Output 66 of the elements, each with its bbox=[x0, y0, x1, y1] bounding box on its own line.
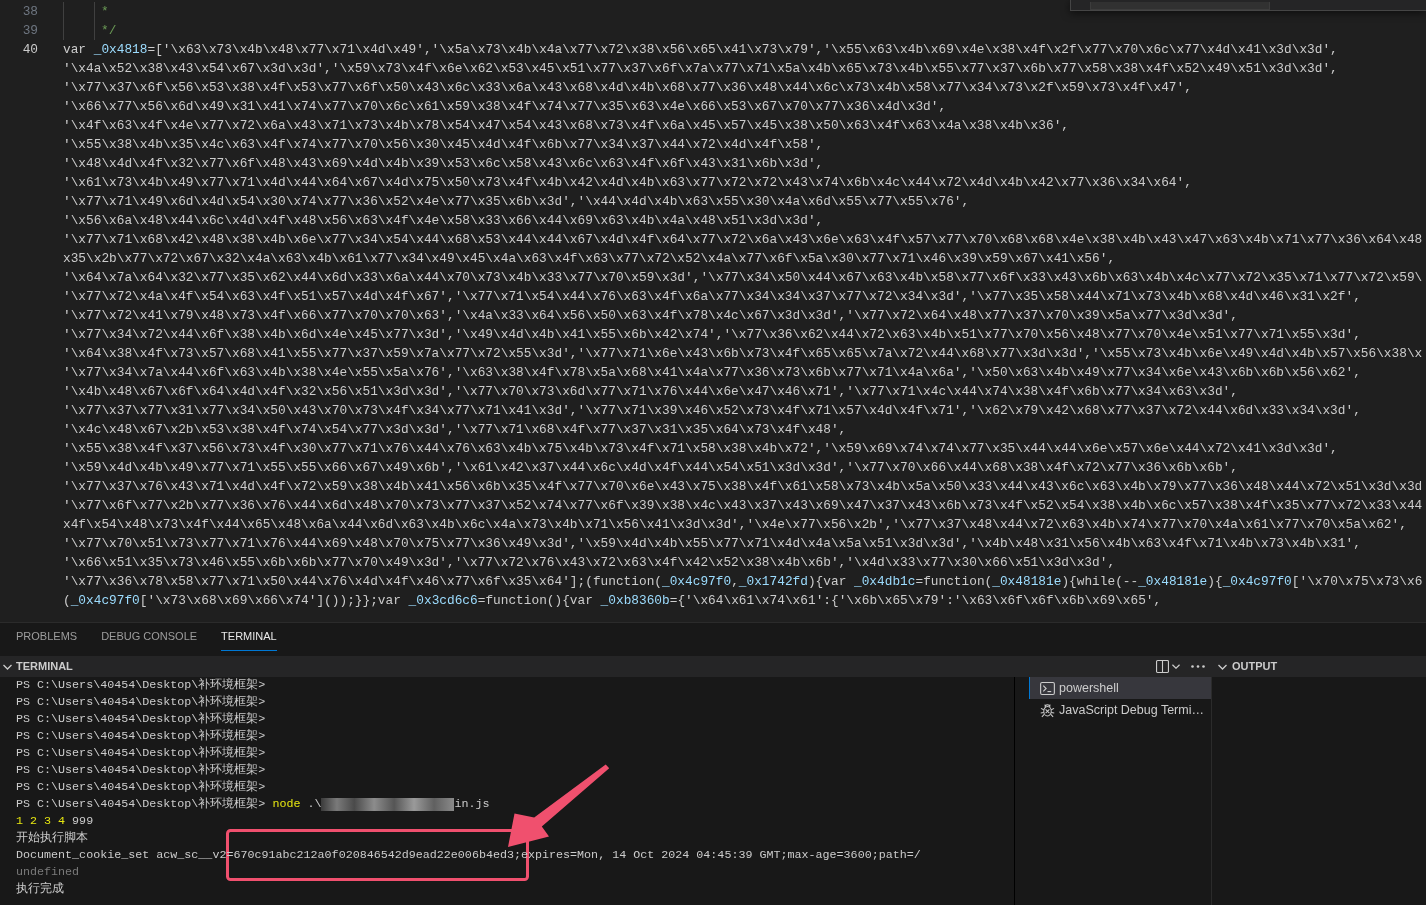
terminal-prompt: PS C:\Users\40454\Desktop\补环境框架> bbox=[16, 762, 266, 779]
code-line: '\x77\x37\x76\x43\x71\x4d\x4f\x72\x59\x38\x4b\x41\x56\x6b\x35\x4f\x77\x70\x6e\x43\x75\x38\x4f\x61\x58\x73\x4b\x5a\x50\x33\x44\x43\x6c\x63\x4b\x79\x77\x36\x48\x44\x72\x51\x3d\x3d bbox=[63, 477, 1423, 496]
code-line: '\x4b\x48\x67\x6f\x64\x4d\x4f\x32\x56\x51\x3d\x3d','\x77\x70\x73\x6d\x77\x71\x76\x44\x6e\x47\x46\x71','\x77\x71\x4c\x44\x74\x38\x4f\x6b\x77\x34\x63\x3d', bbox=[63, 382, 1238, 401]
number-output: 1 2 3 4 bbox=[16, 813, 66, 830]
terminal-prompt: PS C:\Users\40454\Desktop\补环境框架> bbox=[16, 796, 266, 813]
terminal-prompt: PS C:\Users\40454\Desktop\补环境框架> bbox=[16, 711, 266, 728]
terminal-prompt: PS C:\Users\40454\Desktop\补环境框架> bbox=[16, 728, 266, 745]
code-line: '\x77\x36\x78\x58\x77\x71\x50\x44\x76\x4d\x4f\x46\x77\x6f\x35\x64'];(function(_0x4c97f0,_0x1742fd){var _0x4db1c=function(_0x48181e){while(--_0x48181e){_0x4c97f0['\x70\x75\x73\x6 bbox=[63, 572, 1423, 591]
code-line: '\x77\x34\x72\x44\x6f\x38\x4b\x6d\x4e\x45\x77\x3d','\x49\x4d\x4b\x41\x55\x6b\x42\x74','\x77\x36\x62\x44\x72\x63\x4b\x51\x77\x70\x56\x48\x77\x70\x4e\x51\x77\x71\x55\x3d', bbox=[63, 325, 1361, 344]
code-line: '\x56\x6a\x48\x44\x6c\x4d\x4f\x48\x56\x63\x4f\x4e\x58\x33\x66\x44\x69\x63\x4b\x4a\x48\x51\x3d\x3d', bbox=[63, 211, 824, 230]
terminal-prompt: PS C:\Users\40454\Desktop\补环境框架> bbox=[16, 694, 266, 711]
code-line: '\x55\x38\x4f\x37\x56\x73\x4f\x30\x77\x71\x76\x44\x76\x63\x4b\x75\x4b\x73\x4f\x71\x58\x38\x4b\x72','\x59\x69\x74\x74\x77\x35\x44\x44\x6e\x57\x6e\x44\x72\x41\x3d\x3d', bbox=[63, 439, 1338, 458]
code-line: '\x48\x4d\x4f\x32\x77\x6f\x48\x43\x69\x4d\x4b\x39\x53\x6c\x58\x43\x6c\x63\x4f\x6f\x43\x31\x6b\x3d', bbox=[63, 154, 824, 173]
code-line: var _0x4818=['\x63\x73\x4b\x48\x77\x71\x4d\x49','\x5a\x73\x4b\x4a\x77\x72\x38\x56\x65\x41\x73\x79','\x55\x63\x4b\x69\x4e\x38\x4f\x2f\x77\x70\x6c\x77\x4d\x41\x3d\x3d', bbox=[63, 40, 1338, 59]
code-line: '\x77\x71\x68\x42\x48\x38\x4b\x6e\x77\x34\x54\x44\x68\x53\x44\x44\x67\x4d\x4f\x64\x77\x72\x6a\x43\x6e\x63\x4f\x57\x77\x70\x68\x68\x4e\x38\x4b\x43\x47\x63\x4b\x71\x77\x36\x64\x48 bbox=[63, 230, 1423, 249]
file-path: in.js bbox=[454, 796, 490, 813]
code-line: '\x66\x51\x35\x73\x46\x55\x6b\x6b\x77\x70\x49\x3d','\x77\x72\x76\x43\x72\x63\x4f\x42\x52\x38\x4b\x6b','\x4d\x33\x77\x30\x66\x51\x3d\x3d', bbox=[63, 553, 1116, 572]
code-line: '\x77\x70\x51\x73\x77\x71\x76\x44\x69\x48\x70\x75\x77\x36\x49\x3d','\x59\x4d\x4b\x55\x77\x71\x4d\x4a\x5a\x51\x3d\x3d','\x4b\x48\x31\x56\x4b\x63\x4f\x71\x4b\x73\x4b\x31', bbox=[63, 534, 1361, 553]
console-output: undefined bbox=[16, 864, 80, 881]
code-line: '\x77\x72\x41\x79\x48\x73\x4f\x66\x77\x70\x70\x63','\x4a\x33\x64\x56\x50\x63\x4f\x78\x4c\x67\x3d\x3d','\x77\x72\x64\x48\x77\x37\x70\x39\x5a\x77\x3d\x3d', bbox=[63, 306, 1238, 325]
command-name: node bbox=[272, 796, 301, 813]
bug-icon bbox=[1040, 702, 1055, 718]
panel-tab[interactable]: PROBLEMS bbox=[16, 623, 78, 651]
code-line: '\x64\x7a\x64\x32\x77\x35\x62\x44\x6d\x33\x6a\x44\x70\x73\x4b\x33\x77\x70\x59\x3d','\x77\x34\x50\x44\x67\x63\x4b\x58\x77\x6f\x33\x43\x6b\x63\x4b\x4c\x77\x72\x35\x71\x77\x72\x59\ bbox=[63, 268, 1423, 287]
code-line: '\x77\x37\x6f\x56\x53\x38\x4f\x53\x77\x6f\x50\x43\x6c\x33\x6a\x43\x68\x4d\x4b\x68\x77\x36\x48\x44\x6c\x73\x4b\x58\x77\x34\x73\x2f\x59\x73\x4f\x47', bbox=[63, 78, 1192, 97]
chevron-down-icon[interactable] bbox=[3, 663, 12, 670]
code-line: '\x77\x37\x77\x31\x77\x34\x50\x43\x70\x73\x4f\x34\x77\x71\x41\x3d','\x77\x71\x39\x46\x52\x73\x4f\x71\x57\x4d\x4f\x71','\x62\x79\x42\x68\x77\x37\x72\x44\x6d\x33\x34\x3d', bbox=[63, 401, 1361, 420]
more-icon[interactable] bbox=[1191, 665, 1205, 668]
code-line: '\x4c\x48\x67\x2b\x53\x38\x4f\x74\x54\x77\x3d\x3d','\x77\x71\x68\x4f\x77\x37\x31\x35\x64\x73\x4f\x48', bbox=[63, 420, 847, 439]
console-output: 999 bbox=[72, 813, 94, 830]
section-title[interactable]: OUTPUT bbox=[1232, 658, 1278, 675]
code-line: '\x77\x71\x49\x6d\x4d\x54\x30\x74\x77\x36\x52\x4e\x77\x35\x6b\x3d','\x44\x4d\x4b\x63\x55\x30\x4a\x6d\x55\x77\x55\x76', bbox=[63, 192, 970, 211]
code-line: '\x55\x38\x4b\x35\x4c\x63\x4f\x74\x77\x70\x56\x30\x45\x4d\x4f\x6b\x77\x34\x37\x44\x72\x4d\x4f\x58', bbox=[63, 135, 824, 154]
line-number: 40 bbox=[22, 40, 38, 59]
panel-tab[interactable]: TERMINAL bbox=[221, 623, 277, 651]
code-line: '\x4f\x63\x4f\x4e\x77\x72\x6a\x43\x71\x73\x4b\x78\x54\x47\x54\x43\x68\x73\x4f\x6a\x45\x57\x45\x38\x50\x63\x4f\x63\x4a\x38\x4b\x36', bbox=[63, 116, 1069, 135]
console-output: 执行完成 bbox=[16, 881, 64, 898]
code-line: */ bbox=[101, 21, 117, 40]
chevron-down-icon[interactable] bbox=[1218, 663, 1227, 670]
code-line: '\x77\x6f\x77\x2b\x77\x36\x76\x44\x6d\x48\x70\x73\x77\x37\x52\x74\x77\x6f\x39\x38\x4c\x43\x37\x43\x69\x47\x37\x43\x6b\x73\x4f\x52\x54\x38\x4b\x6c\x57\x38\x4f\x35\x77\x72\x33\x44 bbox=[63, 496, 1423, 515]
panel-tab[interactable]: DEBUG CONSOLE bbox=[101, 623, 198, 651]
terminal-prompt: PS C:\Users\40454\Desktop\补环境框架> bbox=[16, 677, 266, 694]
code-line: * bbox=[101, 2, 109, 21]
split-icon[interactable] bbox=[1156, 660, 1169, 673]
chevron-down-icon[interactable] bbox=[1172, 664, 1180, 669]
code-line: '\x4a\x52\x38\x43\x54\x67\x3d\x3d','\x59\x73\x4f\x6e\x62\x53\x45\x51\x77\x37\x6f\x7a\x77\x71\x5a\x4b\x65\x73\x4b\x55\x77\x37\x6b\x77\x58\x38\x4f\x52\x49\x51\x3d\x3d', bbox=[63, 59, 1338, 78]
code-line: '\x61\x73\x4b\x49\x77\x71\x4d\x44\x64\x67\x4d\x75\x50\x73\x4f\x4b\x42\x4d\x4b\x63\x77\x72\x72\x43\x74\x6b\x4c\x44\x72\x4d\x4b\x42\x77\x36\x34\x64', bbox=[63, 173, 1192, 192]
line-number: 39 bbox=[22, 21, 38, 40]
terminal-session[interactable]: JavaScript Debug Termi… bbox=[1029, 699, 1211, 721]
code-line: '\x64\x38\x4f\x73\x57\x68\x41\x55\x77\x37\x59\x7a\x77\x72\x55\x3d','\x77\x71\x6e\x43\x6b\x73\x4f\x65\x65\x7a\x72\x44\x68\x77\x3d\x3d','\x55\x73\x4b\x6e\x49\x4d\x4b\x57\x56\x38\x bbox=[63, 344, 1423, 363]
code-line: x35\x2b\x77\x72\x67\x32\x4a\x63\x4b\x61\x77\x34\x49\x45\x4a\x63\x4f\x63\x77\x72\x52\x4a\x77\x6f\x5a\x30\x77\x71\x46\x39\x59\x67\x41\x56', bbox=[63, 249, 1116, 268]
code-line: '\x77\x34\x7a\x44\x6f\x63\x4b\x38\x4e\x55\x5a\x76','\x63\x38\x4f\x78\x5a\x68\x41\x4a\x77\x36\x73\x6b\x77\x71\x4a\x6a','\x50\x63\x4b\x49\x77\x34\x6e\x43\x6b\x6b\x56\x62', bbox=[63, 363, 1361, 382]
terminal-prompt: PS C:\Users\40454\Desktop\补环境框架> bbox=[16, 745, 266, 762]
terminal-icon bbox=[1040, 681, 1055, 695]
section-title[interactable]: TERMINAL bbox=[16, 658, 73, 675]
terminal-prompt: PS C:\Users\40454\Desktop\补环境框架> bbox=[16, 779, 266, 796]
code-line: '\x59\x4d\x4b\x49\x77\x71\x55\x55\x66\x67\x49\x6b','\x61\x42\x37\x44\x6c\x4d\x4f\x44\x54\x51\x3d\x3d','\x77\x70\x66\x44\x68\x38\x4f\x72\x77\x36\x6b\x6b', bbox=[63, 458, 1238, 477]
console-output: 开始执行脚本 bbox=[16, 830, 88, 847]
line-number: 38 bbox=[22, 2, 38, 21]
code-line: '\x77\x72\x4a\x4f\x54\x63\x4f\x51\x57\x4d\x4f\x67','\x77\x71\x54\x44\x76\x63\x4f\x6a\x77\x34\x34\x37\x77\x72\x34\x3d','\x77\x35\x58\x44\x71\x73\x4b\x68\x4d\x46\x31\x2f', bbox=[63, 287, 1361, 306]
find-field[interactable] bbox=[1090, 2, 1270, 10]
file-path: .\ bbox=[307, 796, 322, 813]
code-line: (_0x4c97f0['\x73\x68\x69\x66\x74']());}};var _0x3cd6c6=function(){var _0xb8360b={'\x64\x61\x74\x61':{'\x6b\x65\x79':'\x63\x6f\x6f\x6b\x69\x65', bbox=[63, 591, 1162, 610]
code-line: x4f\x54\x48\x73\x4f\x44\x65\x48\x6a\x44\x6d\x63\x4b\x6c\x4a\x73\x4b\x71\x56\x41\x3d\x3d','\x4e\x77\x56\x2b','\x77\x37\x48\x44\x72\x63\x4b\x74\x77\x70\x4a\x61\x77\x70\x5a\x62', bbox=[63, 515, 1407, 534]
code-line: '\x66\x77\x56\x6d\x49\x31\x41\x74\x77\x70\x6c\x61\x59\x38\x4f\x74\x77\x35\x63\x4e\x66\x53\x67\x70\x77\x36\x4d\x3d', bbox=[63, 97, 947, 116]
terminal-session[interactable]: powershell bbox=[1029, 677, 1211, 699]
